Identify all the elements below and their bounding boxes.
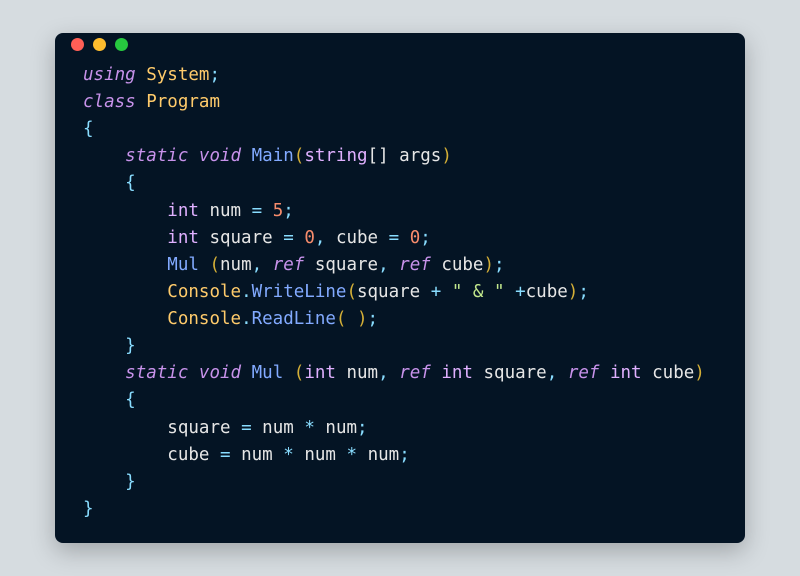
type: string: [304, 146, 367, 166]
var: num: [262, 418, 294, 438]
titlebar: [55, 33, 745, 56]
param: num: [346, 363, 378, 383]
param: args: [399, 146, 441, 166]
type: int: [610, 363, 642, 383]
type: int: [167, 228, 199, 248]
number: 0: [410, 228, 421, 248]
op: =: [283, 228, 294, 248]
type: int: [304, 363, 336, 383]
keyword: ref: [399, 255, 431, 275]
keyword: class: [83, 92, 136, 112]
keyword: static: [125, 146, 188, 166]
method-call: ReadLine: [252, 309, 336, 329]
op: +: [515, 282, 526, 302]
var: cube: [336, 228, 378, 248]
op: =: [220, 445, 231, 465]
keyword: void: [199, 146, 241, 166]
number: 0: [304, 228, 315, 248]
type: int: [167, 201, 199, 221]
brace: {: [125, 390, 136, 410]
var: num: [368, 445, 400, 465]
op: *: [283, 445, 294, 465]
arg: cube: [526, 282, 568, 302]
minimize-icon[interactable]: [93, 38, 106, 51]
method-name: Main: [252, 146, 294, 166]
arg: square: [357, 282, 420, 302]
param: cube: [652, 363, 694, 383]
namespace: System: [146, 65, 209, 85]
var: num: [241, 445, 273, 465]
class-ref: Console: [167, 309, 241, 329]
class-name: Program: [146, 92, 220, 112]
brace: {: [125, 173, 136, 193]
op: =: [389, 228, 400, 248]
param: square: [484, 363, 547, 383]
method-call: Mul: [167, 255, 199, 275]
var: num: [209, 201, 241, 221]
arg: square: [315, 255, 378, 275]
brace: }: [83, 499, 94, 519]
op: *: [347, 445, 358, 465]
var: square: [167, 418, 230, 438]
op: *: [304, 418, 315, 438]
var: num: [325, 418, 357, 438]
method-name: Mul: [252, 363, 284, 383]
string: " & ": [452, 282, 505, 302]
brace: {: [83, 119, 94, 139]
keyword: ref: [399, 363, 431, 383]
number: 5: [273, 201, 284, 221]
op: +: [431, 282, 442, 302]
close-icon[interactable]: [71, 38, 84, 51]
var: cube: [167, 445, 209, 465]
code-window: using System; class Program { static voi…: [55, 33, 745, 543]
keyword: ref: [273, 255, 305, 275]
keyword: using: [83, 65, 136, 85]
keyword: void: [199, 363, 241, 383]
brace: }: [125, 336, 136, 356]
keyword: static: [125, 363, 188, 383]
var: square: [209, 228, 272, 248]
keyword: ref: [568, 363, 600, 383]
arg: num: [220, 255, 252, 275]
brace: }: [125, 472, 136, 492]
method-call: WriteLine: [252, 282, 347, 302]
comma: ,: [315, 228, 326, 248]
arg: cube: [441, 255, 483, 275]
class-ref: Console: [167, 282, 241, 302]
var: num: [304, 445, 336, 465]
code-block: using System; class Program { static voi…: [55, 56, 745, 543]
brackets: []: [368, 146, 389, 166]
op: =: [241, 418, 252, 438]
op: =: [252, 201, 263, 221]
type: int: [441, 363, 473, 383]
maximize-icon[interactable]: [115, 38, 128, 51]
